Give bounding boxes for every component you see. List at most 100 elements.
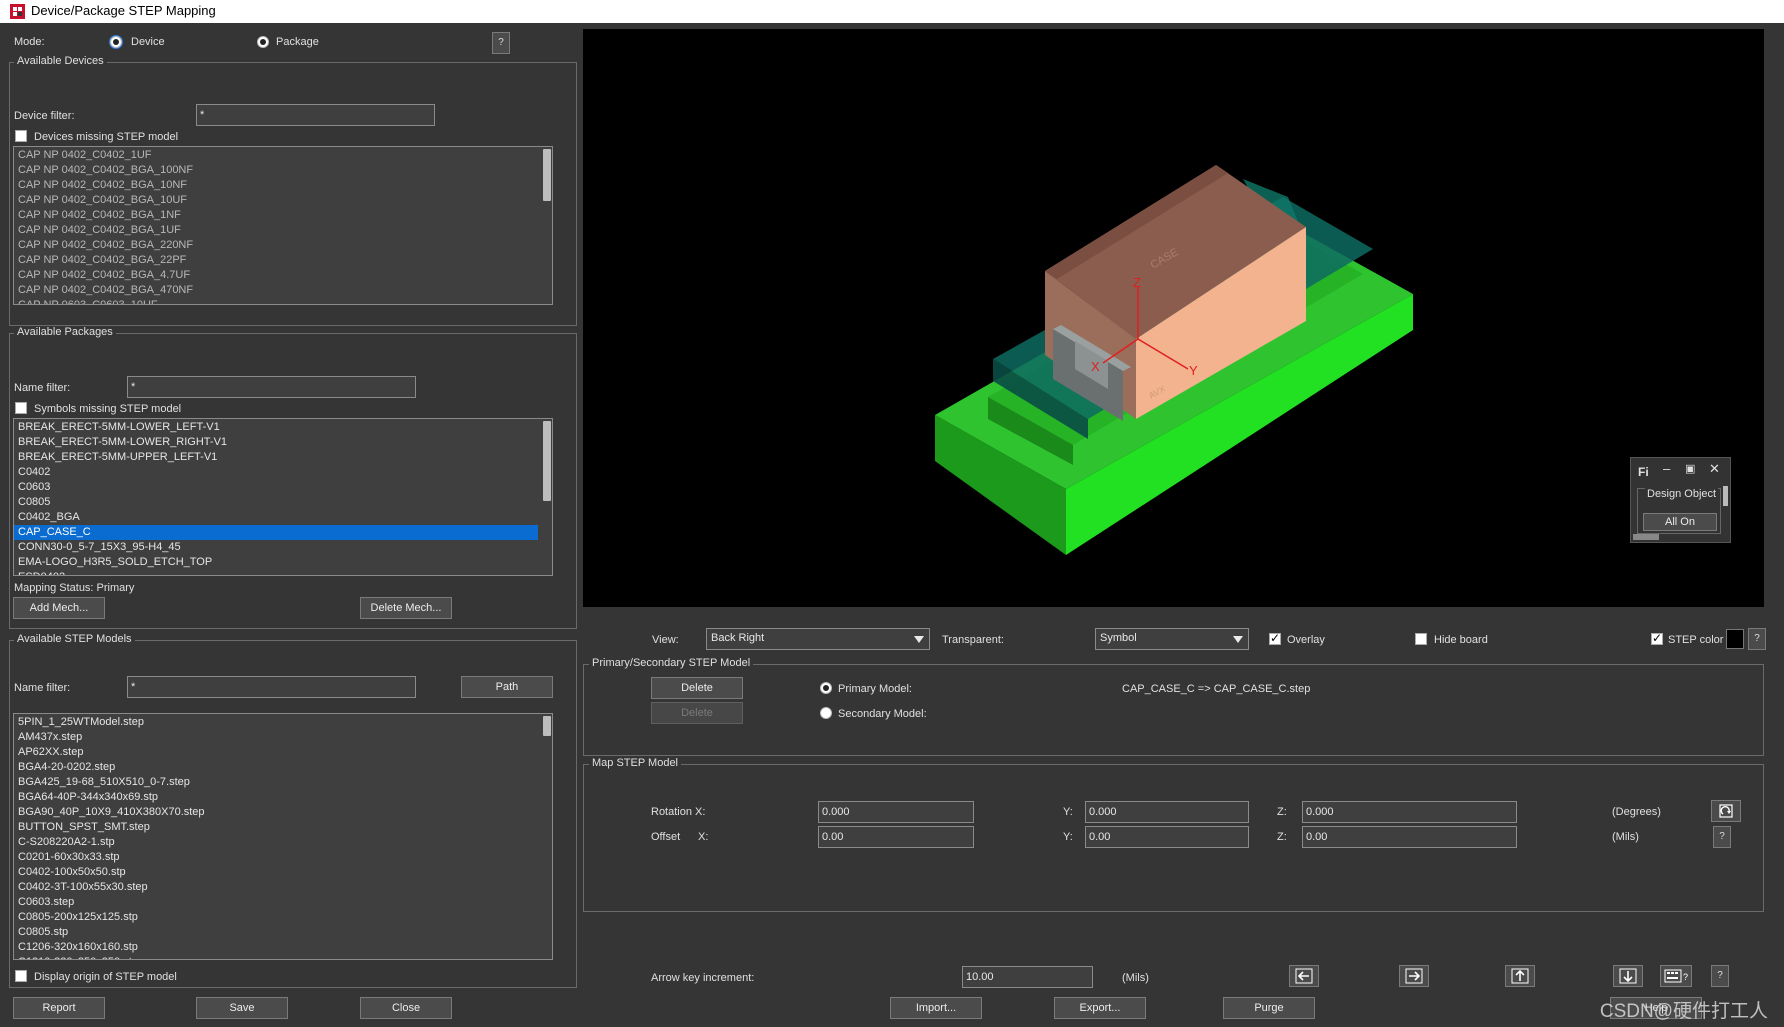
step-model-list-item[interactable]: C1210-320x250x250.stp bbox=[14, 955, 552, 959]
all-on-button[interactable]: All On bbox=[1643, 513, 1717, 531]
export-button[interactable]: Export... bbox=[1054, 997, 1146, 1019]
step-color-checkbox[interactable] bbox=[1651, 631, 1663, 645]
step-filter-input[interactable] bbox=[127, 676, 416, 698]
package-list-item[interactable]: C0603 bbox=[14, 480, 552, 495]
map-help-button[interactable]: ? bbox=[1713, 826, 1731, 848]
save-button[interactable]: Save bbox=[196, 997, 288, 1019]
step-model-list-item[interactable]: 5PIN_1_25WTModel.step bbox=[14, 715, 552, 730]
step-model-list-item[interactable]: C0402-3T-100x55x30.step bbox=[14, 880, 552, 895]
device-list-item[interactable]: CAP NP 0402_C0402_1UF bbox=[14, 148, 552, 163]
move-left-button[interactable] bbox=[1289, 965, 1319, 987]
offset-y-input[interactable] bbox=[1085, 826, 1249, 848]
step-model-list-item[interactable]: C0805-200x125x125.stp bbox=[14, 910, 552, 925]
package-list-scrollbar[interactable] bbox=[543, 421, 551, 501]
move-down-button[interactable] bbox=[1613, 965, 1643, 987]
symbols-missing-checkbox[interactable] bbox=[15, 402, 27, 414]
palette-minimize-icon[interactable]: – bbox=[1663, 461, 1670, 476]
device-list-item[interactable]: CAP NP 0402_C0402_BGA_470NF bbox=[14, 283, 552, 298]
mode-help-button[interactable]: ? bbox=[492, 32, 510, 54]
package-list-item[interactable]: ESD0402 bbox=[14, 570, 552, 575]
devices-missing-checkbox[interactable] bbox=[15, 130, 27, 142]
package-list-item[interactable]: BREAK_ERECT-5MM-LOWER_RIGHT-V1 bbox=[14, 435, 552, 450]
delete-mech-button[interactable]: Delete Mech... bbox=[360, 597, 452, 619]
device-list-item[interactable]: CAP NP 0402_C0402_BGA_1NF bbox=[14, 208, 552, 223]
view-help-button[interactable]: ? bbox=[1748, 628, 1766, 650]
palette-close-icon[interactable]: ✕ bbox=[1709, 461, 1720, 477]
display-origin-checkbox[interactable] bbox=[15, 970, 27, 982]
step-model-list[interactable]: 5PIN_1_25WTModel.step AM437x.step AP62XX.s… bbox=[13, 713, 553, 960]
device-list-item[interactable]: CAP NP 0402_C0402_BGA_22PF bbox=[14, 253, 552, 268]
palette-scrollbar[interactable] bbox=[1723, 486, 1728, 506]
rotation-y-input[interactable] bbox=[1085, 801, 1249, 823]
device-list-item[interactable]: CAP NP 0402_C0402_BGA_1UF bbox=[14, 223, 552, 238]
find-palette[interactable]: Fi – ▣ ✕ Design Object All On bbox=[1630, 457, 1731, 543]
offset-z-input[interactable] bbox=[1302, 826, 1517, 848]
device-list-item[interactable]: CAP NP 0402_C0402_BGA_4.7UF bbox=[14, 268, 552, 283]
mode-device-radio[interactable] bbox=[110, 36, 122, 48]
step-model-list-item[interactable]: AM437x.step bbox=[14, 730, 552, 745]
offset-x-input[interactable] bbox=[818, 826, 974, 848]
move-right-button[interactable] bbox=[1399, 965, 1429, 987]
step-model-list-item[interactable]: BUTTON_SPST_SMT.step bbox=[14, 820, 552, 835]
device-list[interactable]: CAP NP 0402_C0402_1UF CAP NP 0402_C0402_B… bbox=[13, 146, 553, 305]
step-model-list-item[interactable]: C-S208220A2-1.stp bbox=[14, 835, 552, 850]
package-list-item[interactable]: C0402_BGA bbox=[14, 510, 552, 525]
step-model-list-item[interactable]: BGA4-20-0202.step bbox=[14, 760, 552, 775]
step-model-list-item[interactable]: BGA90_40P_10X9_410X380X70.step bbox=[14, 805, 552, 820]
palette-hscroll[interactable] bbox=[1633, 534, 1659, 540]
arrow-help-button[interactable]: ? bbox=[1711, 965, 1729, 987]
move-up-button[interactable] bbox=[1505, 965, 1535, 987]
primary-model-radio[interactable] bbox=[820, 682, 832, 694]
device-list-item[interactable]: CAP NP 0603_C0603_10UF bbox=[14, 298, 552, 304]
close-button[interactable]: Close bbox=[360, 997, 452, 1019]
delete-primary-button[interactable]: Delete bbox=[651, 677, 743, 699]
step-model-list-item[interactable]: C0201-60x30x33.stp bbox=[14, 850, 552, 865]
device-filter-input[interactable] bbox=[196, 104, 435, 126]
step-color-swatch[interactable] bbox=[1726, 629, 1744, 649]
rotation-label: Rotation X: bbox=[651, 806, 706, 818]
step-model-list-item[interactable]: BGA425_19-68_510X510_0-7.step bbox=[14, 775, 552, 790]
path-button[interactable]: Path bbox=[461, 676, 553, 698]
transparent-select[interactable]: Symbol bbox=[1095, 628, 1249, 650]
keyboard-settings-button[interactable]: ? bbox=[1660, 965, 1692, 987]
package-list-item[interactable]: BREAK_ERECT-5MM-LOWER_LEFT-V1 bbox=[14, 420, 552, 435]
package-list-item[interactable]: CAP_CASE_C bbox=[14, 525, 538, 540]
device-list-item[interactable]: CAP NP 0402_C0402_BGA_100NF bbox=[14, 163, 552, 178]
step-model-list-item[interactable]: C0603.step bbox=[14, 895, 552, 910]
view-select[interactable]: Back Right bbox=[706, 628, 930, 650]
import-button[interactable]: Import... bbox=[890, 997, 982, 1019]
package-list-item[interactable]: BREAK_ERECT-5MM-UPPER_LEFT-V1 bbox=[14, 450, 552, 465]
arrow-increment-input[interactable] bbox=[962, 966, 1093, 988]
step-model-list-item[interactable]: C0805.stp bbox=[14, 925, 552, 940]
package-list-item[interactable]: C0402 bbox=[14, 465, 552, 480]
step-list-scrollbar[interactable] bbox=[543, 716, 551, 736]
package-filter-input[interactable] bbox=[127, 376, 416, 398]
package-list[interactable]: BREAK_ERECT-5MM-LOWER_LEFT-V1 BREAK_ERECT… bbox=[13, 418, 553, 576]
3d-viewport[interactable]: Z X Y CASE AVX bbox=[583, 29, 1764, 607]
rotation-z-input[interactable] bbox=[1302, 801, 1517, 823]
hide-board-checkbox[interactable] bbox=[1415, 633, 1427, 645]
reset-rotation-button[interactable] bbox=[1711, 800, 1741, 822]
mode-package-radio[interactable] bbox=[257, 36, 269, 48]
app-icon bbox=[10, 4, 25, 19]
report-button[interactable]: Report bbox=[13, 997, 105, 1019]
step-model-list-item[interactable]: BGA64-40P-344x340x69.stp bbox=[14, 790, 552, 805]
package-list-item[interactable]: CONN30-0_5-7_15X3_95-H4_45 bbox=[14, 540, 552, 555]
add-mech-button[interactable]: Add Mech... bbox=[13, 597, 105, 619]
device-list-item[interactable]: CAP NP 0402_C0402_BGA_10UF bbox=[14, 193, 552, 208]
secondary-model-radio[interactable] bbox=[820, 707, 832, 719]
step-model-list-item[interactable]: C1206-320x160x160.stp bbox=[14, 940, 552, 955]
delete-secondary-button[interactable]: Delete bbox=[651, 702, 743, 724]
offset-y-label: Y: bbox=[1063, 831, 1073, 843]
step-model-list-item[interactable]: AP62XX.step bbox=[14, 745, 552, 760]
step-model-list-item[interactable]: C0402-100x50x50.stp bbox=[14, 865, 552, 880]
package-list-item[interactable]: EMA-LOGO_H3R5_SOLD_ETCH_TOP bbox=[14, 555, 552, 570]
device-list-item[interactable]: CAP NP 0402_C0402_BGA_220NF bbox=[14, 238, 552, 253]
device-list-item[interactable]: CAP NP 0402_C0402_BGA_10NF bbox=[14, 178, 552, 193]
device-list-scrollbar[interactable] bbox=[543, 149, 551, 201]
purge-button[interactable]: Purge bbox=[1223, 997, 1315, 1019]
rotation-x-input[interactable] bbox=[818, 801, 974, 823]
package-list-item[interactable]: C0805 bbox=[14, 495, 552, 510]
overlay-checkbox[interactable] bbox=[1269, 631, 1281, 645]
palette-maximize-icon[interactable]: ▣ bbox=[1685, 462, 1695, 475]
